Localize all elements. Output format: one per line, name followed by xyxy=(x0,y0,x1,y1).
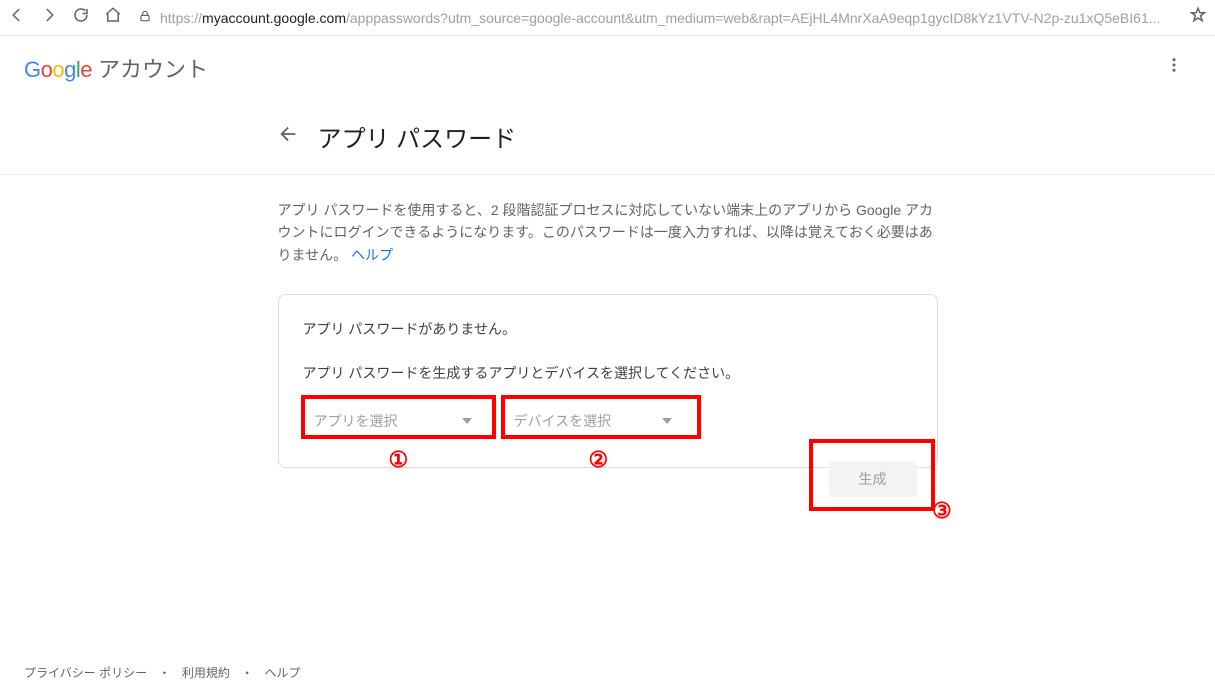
select-device-label: デバイスを選択 xyxy=(514,411,612,431)
app-passwords-card: アプリ パスワードがありません。 アプリ パスワードを生成するアプリとデバイスを… xyxy=(278,294,938,468)
instruction-text: アプリ パスワードを生成するアプリとデバイスを選択してください。 xyxy=(303,363,913,383)
select-app-dropdown[interactable]: アプリを選択 xyxy=(303,403,483,439)
nav-icons xyxy=(8,6,122,29)
caret-down-icon xyxy=(462,413,472,429)
logo-suffix: アカウント xyxy=(98,52,208,84)
page-title: アプリ パスワード xyxy=(318,119,517,154)
caret-down-icon xyxy=(662,413,672,429)
page-header: Google アカウント xyxy=(0,36,1215,99)
footer-sep: ・ xyxy=(241,666,253,680)
main-content: アプリ パスワードを使用すると、2 段階認証プロセスに対応していない端末上のアプ… xyxy=(278,199,938,468)
reload-icon[interactable] xyxy=(72,6,90,29)
select-device-wrap: デバイスを選択 xyxy=(503,403,683,439)
home-icon[interactable] xyxy=(104,6,122,29)
select-app-wrap: アプリを選択 xyxy=(303,403,483,439)
generate-button[interactable]: 生成 xyxy=(829,461,917,497)
description: アプリ パスワードを使用すると、2 段階認証プロセスに対応していない端末上のアプ… xyxy=(278,199,938,266)
footer: プライバシー ポリシー ・ 利用規約 ・ ヘルプ xyxy=(24,664,301,681)
footer-terms-link[interactable]: 利用規約 xyxy=(182,666,230,680)
divider xyxy=(0,174,1215,175)
address-bar[interactable]: https://myaccount.google.com/apppassword… xyxy=(132,9,1179,26)
google-account-logo[interactable]: Google アカウント xyxy=(24,52,208,84)
browser-toolbar: https://myaccount.google.com/apppassword… xyxy=(0,0,1215,36)
kebab-menu-icon[interactable] xyxy=(1157,48,1191,87)
annotation-label-1: ① xyxy=(389,447,409,473)
annotation-label-2: ② xyxy=(589,447,609,473)
annotation-label-3: ③ xyxy=(932,498,952,524)
selectors-row: アプリを選択 デバイスを選択 xyxy=(303,403,913,439)
back-icon[interactable] xyxy=(8,6,26,29)
forward-icon[interactable] xyxy=(40,6,58,29)
footer-privacy-link[interactable]: プライバシー ポリシー xyxy=(24,666,147,680)
select-device-dropdown[interactable]: デバイスを選択 xyxy=(503,403,683,439)
back-arrow-icon[interactable] xyxy=(278,123,300,150)
google-logo: Google xyxy=(24,57,92,83)
footer-help-link[interactable]: ヘルプ xyxy=(265,666,301,680)
select-app-label: アプリを選択 xyxy=(314,411,398,431)
bookmark-star-icon[interactable] xyxy=(1189,6,1207,29)
footer-sep: ・ xyxy=(158,666,170,680)
title-row: アプリ パスワード xyxy=(278,119,938,154)
help-link[interactable]: ヘルプ xyxy=(351,247,393,263)
empty-state-text: アプリ パスワードがありません。 xyxy=(303,319,913,339)
url-text: https://myaccount.google.com/apppassword… xyxy=(160,10,1160,26)
lock-icon xyxy=(138,9,152,26)
